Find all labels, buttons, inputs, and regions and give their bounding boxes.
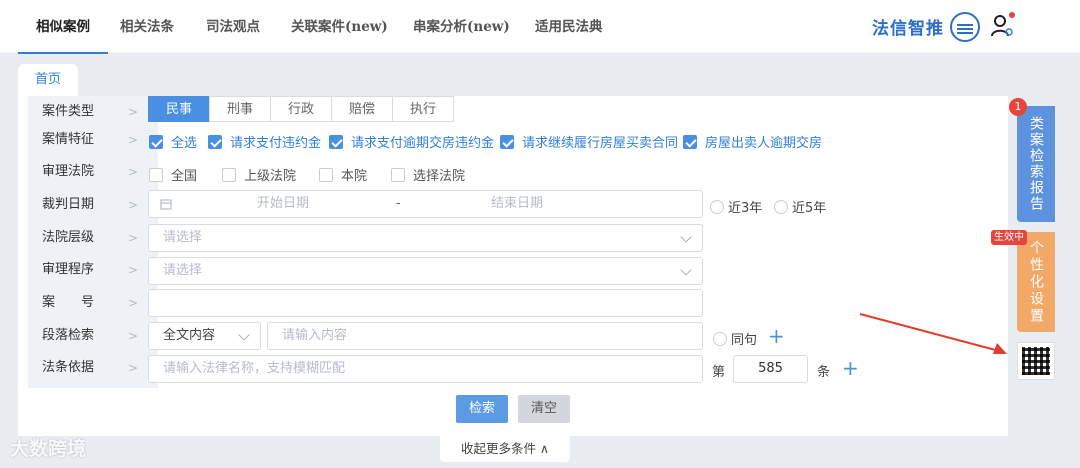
- checkbox-icon: [149, 167, 163, 182]
- active-status-badge: 生效中: [991, 230, 1027, 245]
- case-type-civil[interactable]: 民事: [148, 96, 210, 122]
- same-sentence-radio[interactable]: 同句: [713, 329, 757, 348]
- article-suffix: 条: [817, 365, 831, 380]
- add-law-icon[interactable]: +: [842, 358, 859, 378]
- paragraph-input[interactable]: 请输入内容: [267, 322, 703, 350]
- date-end: 结束日期: [491, 196, 544, 211]
- calendar-icon: [160, 199, 172, 210]
- add-paragraph-icon[interactable]: +: [768, 326, 785, 346]
- report-badge: 1: [1009, 98, 1027, 116]
- radio-icon: [774, 199, 788, 214]
- tab-case-analysis[interactable]: 串案分析(new): [413, 0, 510, 54]
- checkbox-icon: [319, 167, 333, 182]
- case-number-input[interactable]: [148, 289, 703, 317]
- checkbox-icon: [500, 134, 514, 149]
- notification-dot: [1009, 12, 1015, 18]
- article-prefix: 第: [712, 365, 726, 380]
- radio-icon: [713, 331, 727, 346]
- paragraph-scope-select[interactable]: 全文内容: [148, 322, 261, 350]
- feature-liquidated-damages[interactable]: 请求支付违约金: [208, 132, 321, 151]
- qr-code-icon[interactable]: [1017, 342, 1055, 380]
- case-type-administrative[interactable]: 行政: [270, 96, 332, 122]
- case-type-compensation[interactable]: 赔偿: [331, 96, 393, 122]
- article-number-input[interactable]: 585: [733, 355, 808, 383]
- court-this[interactable]: 本院: [319, 165, 367, 184]
- court-select[interactable]: 选择法院: [391, 165, 465, 184]
- date-separator: -: [396, 196, 401, 211]
- top-nav: 相似案例 相关法条 司法观点 关联案件(new) 串案分析(new) 适用民法典…: [0, 0, 1080, 54]
- tab-judicial-views[interactable]: 司法观点: [206, 0, 260, 54]
- case-report-button[interactable]: 类案检索报告: [1017, 106, 1055, 222]
- date-start: 开始日期: [257, 196, 310, 211]
- label-court-level: 法院层级 >: [42, 230, 139, 245]
- label-court: 审理法院 >: [42, 164, 139, 179]
- checkbox-icon: [208, 134, 222, 149]
- recent-5-years[interactable]: 近5年: [774, 197, 826, 216]
- feature-late-delivery-damages[interactable]: 请求支付逾期交房违约金: [329, 132, 494, 151]
- label-procedure: 审理程序 >: [42, 262, 139, 277]
- brand-logo-icon: [950, 12, 980, 42]
- chevron-down-icon: [680, 231, 692, 243]
- collapse-conditions-button[interactable]: 收起更多条件 ∧: [440, 436, 570, 462]
- chevron-down-icon: [680, 264, 692, 276]
- search-button[interactable]: 检索: [456, 395, 508, 423]
- watermark: 大数跨境: [10, 438, 87, 460]
- checkbox-icon: [329, 134, 343, 149]
- checkbox-icon: [222, 167, 236, 182]
- clear-button[interactable]: 清空: [518, 395, 570, 423]
- court-national[interactable]: 全国: [149, 165, 197, 184]
- label-case-features: 案情特征 >: [42, 132, 139, 147]
- label-case-number: 案 号 >: [42, 295, 139, 310]
- chevron-down-icon: [238, 329, 250, 341]
- tab-related-cases[interactable]: 关联案件(new): [291, 0, 388, 54]
- checkbox-icon: [391, 167, 405, 182]
- feature-select-all[interactable]: 全选: [149, 132, 197, 151]
- label-judgment-date: 裁判日期 >: [42, 197, 139, 212]
- tab-related-laws[interactable]: 相关法条: [120, 0, 174, 54]
- recent-3-years[interactable]: 近3年: [710, 197, 762, 216]
- date-range-input[interactable]: 开始日期 - 结束日期: [148, 190, 703, 218]
- law-name-input[interactable]: 请输入法律名称，支持模糊匹配: [148, 355, 703, 383]
- feature-seller-late-delivery[interactable]: 房屋出卖人逾期交房: [683, 132, 822, 151]
- feature-continue-contract[interactable]: 请求继续履行房屋买卖合同: [500, 132, 678, 151]
- tab-civil-code[interactable]: 适用民法典: [535, 0, 603, 54]
- checkbox-icon: [149, 134, 163, 149]
- radio-icon: [710, 199, 724, 214]
- tab-similar-cases[interactable]: 相似案例: [18, 0, 108, 54]
- personalization-button[interactable]: 个性化设置: [1017, 232, 1055, 332]
- filter-panel: 案件类型 > 案情特征 > 审理法院 > 裁判日期 > 法院层级 > 审理程序 > 案 号 >…: [18, 96, 1008, 436]
- case-type-criminal[interactable]: 刑事: [209, 96, 271, 122]
- breadcrumb-home[interactable]: 首页: [18, 64, 78, 96]
- court-superior[interactable]: 上级法院: [222, 165, 296, 184]
- court-level-select[interactable]: 请选择: [148, 224, 703, 252]
- procedure-select[interactable]: 请选择: [148, 257, 703, 285]
- label-law-basis: 法条依据 >: [42, 360, 139, 375]
- label-paragraph-search: 段落检索 >: [42, 328, 139, 343]
- checkbox-icon: [683, 134, 697, 149]
- brand-name: 法信智推: [872, 19, 944, 39]
- annotation-arrow-icon: [859, 313, 1007, 354]
- case-type-execution[interactable]: 执行: [392, 96, 454, 122]
